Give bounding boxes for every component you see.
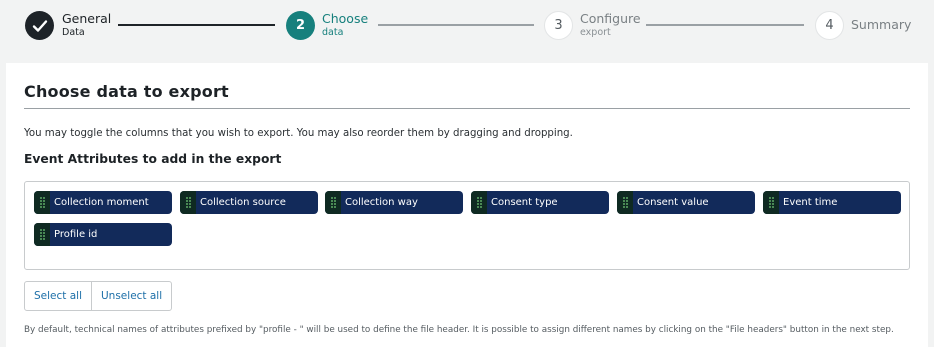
drag-handle-icon[interactable]: [180, 191, 196, 214]
selection-button-group: Select all Unselect all: [24, 281, 173, 311]
step-connector-1: [118, 24, 275, 26]
drag-handle-icon[interactable]: [325, 191, 341, 214]
drag-handle-icon[interactable]: [617, 191, 633, 214]
step-2-subtitle: data: [322, 27, 344, 38]
step-connector-3: [646, 24, 804, 26]
step-1-title[interactable]: General: [62, 11, 111, 26]
drag-handle-icon[interactable]: [34, 191, 50, 214]
step-1-check-icon[interactable]: [25, 11, 54, 40]
attribute-chip-collection-moment[interactable]: Collection moment: [34, 191, 172, 214]
attribute-chip-event-time[interactable]: Event time: [763, 191, 901, 214]
checkmark-icon: [32, 19, 47, 32]
drag-handle-icon[interactable]: [763, 191, 779, 214]
step-4-circle[interactable]: 4: [815, 11, 844, 40]
choose-data-panel: Choose data to export You may toggle the…: [6, 63, 928, 347]
step-3-circle[interactable]: 3: [544, 11, 573, 40]
attribute-chip-list: Collection moment Collection source Coll…: [24, 181, 910, 270]
step-1-subtitle: Data: [62, 27, 85, 38]
step-3-subtitle: export: [580, 27, 611, 38]
step-4-title[interactable]: Summary: [851, 17, 911, 32]
file-header-footnote: By default, technical names of attribute…: [24, 325, 894, 335]
attribute-chip-collection-source[interactable]: Collection source: [180, 191, 318, 214]
chip-label: Collection moment: [54, 197, 149, 208]
attribute-chip-profile-id[interactable]: Profile id: [34, 223, 172, 246]
chip-label: Consent type: [491, 197, 558, 208]
step-2-title[interactable]: Choose: [322, 11, 368, 26]
drag-handle-icon[interactable]: [34, 223, 50, 246]
attribute-chip-consent-type[interactable]: Consent type: [471, 191, 609, 214]
chip-label: Collection source: [200, 197, 286, 208]
chip-label: Profile id: [54, 229, 98, 240]
select-all-button[interactable]: Select all: [25, 282, 91, 310]
title-divider: [24, 108, 910, 109]
attribute-chip-collection-way[interactable]: Collection way: [325, 191, 463, 214]
unselect-all-button[interactable]: Unselect all: [91, 282, 171, 310]
step-connector-2: [378, 24, 534, 26]
chip-label: Collection way: [345, 197, 418, 208]
attribute-chip-consent-value[interactable]: Consent value: [617, 191, 755, 214]
section-title: Event Attributes to add in the export: [24, 152, 282, 166]
chip-label: Event time: [783, 197, 838, 208]
chip-label: Consent value: [637, 197, 709, 208]
step-3-title[interactable]: Configure: [580, 11, 641, 26]
drag-handle-icon[interactable]: [471, 191, 487, 214]
export-stepper: General Data 2 Choose data 3 Configure e…: [0, 0, 934, 50]
instructions-text: You may toggle the columns that you wish…: [24, 128, 573, 139]
page-title: Choose data to export: [24, 82, 229, 101]
step-2-circle[interactable]: 2: [286, 11, 315, 40]
